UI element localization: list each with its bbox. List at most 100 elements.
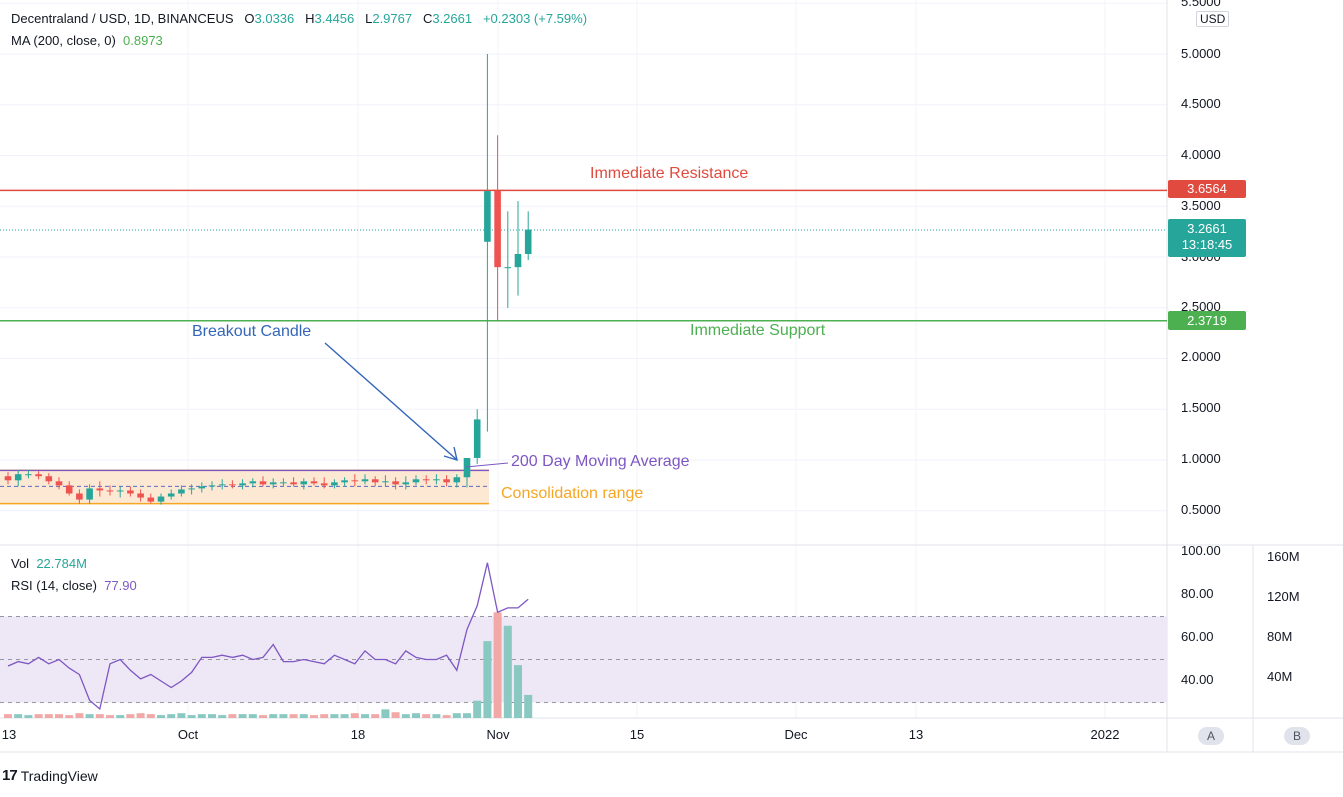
symbol-legend[interactable]: Decentraland / USD, 1D, BINANCEUS O3.033… bbox=[11, 11, 587, 26]
time-tick: Nov bbox=[486, 727, 510, 742]
candle-body bbox=[331, 482, 338, 486]
candle-body bbox=[25, 474, 32, 476]
candle-body bbox=[320, 483, 328, 486]
volume-bar bbox=[340, 714, 349, 718]
price-tick: 3.5000 bbox=[1181, 198, 1221, 213]
volume-bar bbox=[85, 714, 94, 718]
candle-body bbox=[116, 490, 124, 492]
volume-bar bbox=[146, 714, 155, 718]
volume-tick: 160M bbox=[1267, 549, 1300, 564]
candle-body bbox=[35, 474, 42, 477]
volume-bar bbox=[493, 612, 502, 718]
volume-bar bbox=[391, 712, 400, 718]
candle-body bbox=[178, 489, 185, 494]
volume-bar bbox=[401, 714, 410, 718]
ma-legend[interactable]: MA (200, close, 0) 0.8973 bbox=[11, 33, 163, 48]
candle-body bbox=[4, 476, 12, 481]
volume-bar bbox=[463, 713, 471, 718]
tradingview-name: TradingView bbox=[20, 767, 98, 784]
open-value: 3.0336 bbox=[254, 11, 295, 26]
volume-bar bbox=[65, 715, 74, 718]
candle-body bbox=[473, 419, 481, 458]
bar-countdown: 13:18:45 bbox=[1181, 237, 1233, 252]
volume-tick: 80M bbox=[1267, 629, 1293, 644]
price-tick: 0.5000 bbox=[1181, 502, 1221, 517]
rsi-legend[interactable]: RSI (14, close) 77.90 bbox=[11, 578, 137, 593]
volume-bar bbox=[524, 694, 533, 718]
candle-body bbox=[249, 481, 257, 484]
volume-bar bbox=[412, 713, 420, 718]
candle-body bbox=[280, 482, 287, 484]
volume-bar bbox=[452, 713, 461, 718]
support-annotation: Immediate Support bbox=[690, 322, 826, 339]
volume-bar bbox=[289, 714, 298, 718]
volume-bar bbox=[422, 714, 431, 718]
price-tick: 4.5000 bbox=[1181, 96, 1221, 111]
tradingview-brand[interactable]: 17 TradingView bbox=[2, 767, 98, 784]
volume-tick: 40M bbox=[1267, 669, 1293, 684]
candle-body bbox=[402, 482, 410, 485]
close-value: 3.2661 bbox=[432, 11, 473, 26]
volume-bar bbox=[75, 713, 84, 718]
ma-annotation: 200 Day Moving Average bbox=[511, 453, 690, 470]
candle-body bbox=[55, 481, 63, 486]
volume-bar bbox=[514, 665, 522, 718]
symbol-title: Decentraland / USD, 1D, BINANCEUS bbox=[11, 11, 234, 26]
candle-body bbox=[147, 497, 155, 502]
time-tick: Dec bbox=[784, 727, 808, 742]
time-tick: Oct bbox=[177, 727, 199, 742]
candle-body bbox=[371, 479, 379, 483]
breakout-annotation: Breakout Candle bbox=[192, 323, 312, 340]
consolidation-box bbox=[0, 470, 489, 504]
volume-bar bbox=[136, 713, 145, 718]
candle-body bbox=[484, 191, 491, 242]
volume-bar bbox=[14, 714, 23, 718]
price-tick: 4.0000 bbox=[1181, 147, 1221, 162]
candle-body bbox=[463, 457, 471, 478]
candle-body bbox=[392, 481, 399, 485]
volume-bar bbox=[167, 714, 176, 718]
b-scale-button[interactable]: B bbox=[1284, 727, 1310, 745]
candle-body bbox=[86, 488, 93, 500]
candle-body bbox=[361, 479, 369, 482]
currency-label[interactable]: USD bbox=[1196, 11, 1230, 27]
current-price: 3.2661 bbox=[1187, 221, 1227, 236]
rsi-tick: 100.00 bbox=[1181, 543, 1221, 558]
volume-bar bbox=[116, 715, 125, 718]
rsi-value: 77.90 bbox=[104, 578, 137, 593]
volume-bar bbox=[208, 714, 216, 718]
volume-bar bbox=[259, 715, 267, 718]
current-price-box: 3.2661 13:18:45 bbox=[1168, 219, 1246, 257]
volume-legend[interactable]: Vol 22.784M bbox=[11, 556, 87, 571]
auto-scale-button[interactable]: A bbox=[1198, 727, 1224, 745]
candle-body bbox=[127, 490, 134, 494]
time-tick: 15 bbox=[629, 727, 645, 742]
price-tick: 5.5000 bbox=[1181, 0, 1221, 9]
candle-body bbox=[106, 490, 114, 492]
price-chart[interactable] bbox=[0, 0, 1343, 797]
candle-body bbox=[310, 481, 318, 484]
volume-bar bbox=[106, 715, 114, 718]
candle-body bbox=[218, 484, 226, 486]
rsi-tick: 80.00 bbox=[1181, 586, 1214, 601]
resistance-price-box: 3.6564 bbox=[1168, 180, 1246, 198]
consolidation-annotation: Consolidation range bbox=[501, 485, 644, 502]
high-value: 3.4456 bbox=[314, 11, 355, 26]
open-label: O bbox=[244, 11, 255, 26]
candle-body bbox=[524, 229, 532, 254]
candle-body bbox=[300, 481, 308, 485]
candle-body bbox=[433, 479, 440, 481]
volume-bar bbox=[381, 709, 390, 718]
volume-tick: 120M bbox=[1267, 589, 1300, 604]
candle-body bbox=[351, 480, 359, 482]
time-tick: 13 bbox=[1, 727, 17, 742]
candle-body bbox=[14, 474, 22, 481]
candle-body bbox=[239, 483, 246, 486]
support-price-box: 2.3719 bbox=[1168, 311, 1246, 330]
low-value: 2.9767 bbox=[372, 11, 413, 26]
volume-bar bbox=[187, 715, 196, 718]
volume-bar bbox=[197, 714, 206, 718]
volume-bar bbox=[34, 714, 43, 718]
volume-bar bbox=[228, 714, 237, 718]
volume-bar bbox=[473, 700, 482, 718]
